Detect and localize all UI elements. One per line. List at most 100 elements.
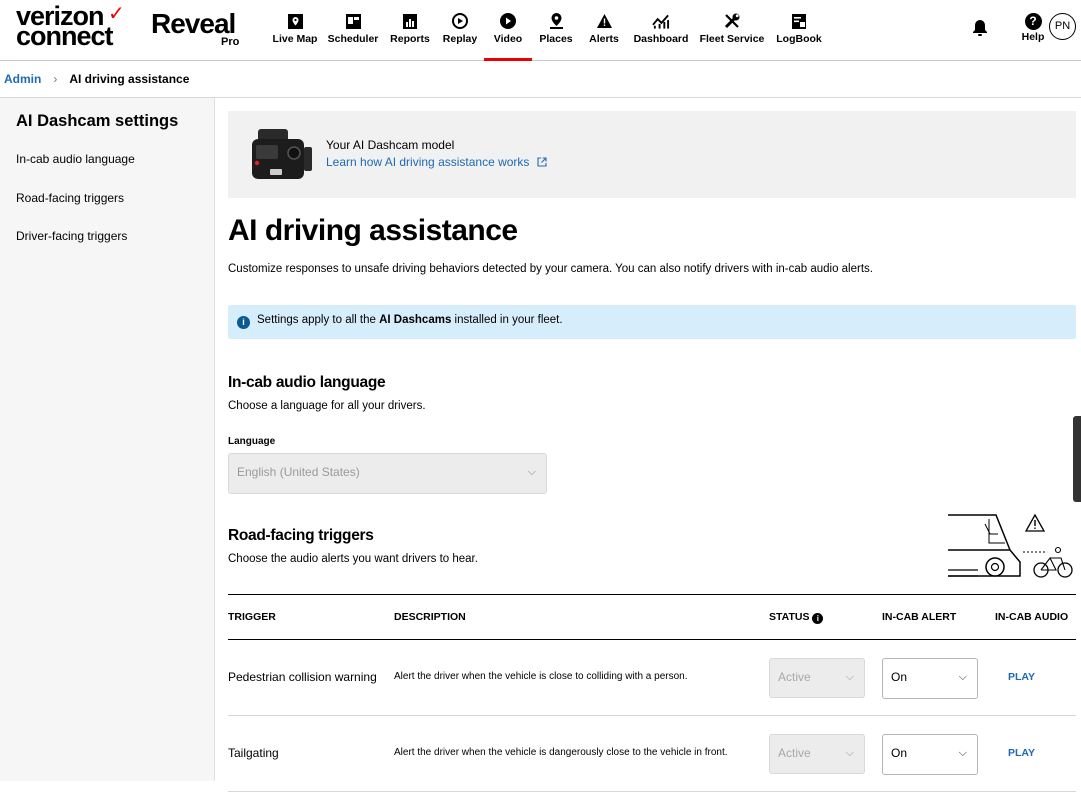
dashcam-model-title: Your AI Dashcam model xyxy=(326,138,455,152)
breadcrumb-current: AI driving assistance xyxy=(69,72,190,86)
places-icon xyxy=(547,12,565,30)
info-banner: i Settings apply to all the AI Dashcams … xyxy=(228,305,1076,339)
info-text-pre: Settings apply to all the xyxy=(257,314,380,326)
learn-more-link[interactable]: Learn how AI driving assistance works xyxy=(326,155,547,169)
info-text-post: installed in your fleet. xyxy=(451,314,563,326)
sidebar-title: AI Dashcam settings xyxy=(16,112,179,130)
audio-language-subtitle: Choose a language for all your drivers. xyxy=(228,400,426,412)
external-link-icon xyxy=(537,157,547,167)
col-trigger: TRIGGER xyxy=(228,611,276,623)
chevron-down-icon: ⌵ xyxy=(527,466,536,478)
top-navigation-bar: verizon connect ✓ Reveal Pro Live Map Sc… xyxy=(0,0,1081,61)
scheduler-icon xyxy=(344,12,362,30)
status-value: Active xyxy=(778,670,811,684)
in-cab-alert-value: On xyxy=(891,746,908,760)
nav-live-map[interactable]: Live Map xyxy=(268,0,322,61)
nav-label: Fleet Service xyxy=(699,33,765,45)
nav-label: Dashboard xyxy=(633,33,689,45)
language-select-value: English (United States) xyxy=(237,465,360,479)
col-status-label: STATUS xyxy=(769,611,810,623)
video-icon xyxy=(499,12,517,30)
nav-label: Places xyxy=(539,33,573,45)
replay-icon xyxy=(451,12,469,30)
in-cab-alert-select[interactable]: On ⌵ xyxy=(882,734,978,775)
col-description: DESCRIPTION xyxy=(394,611,466,623)
verizon-connect-logo[interactable]: verizon connect ✓ xyxy=(16,3,125,51)
nav-label: LogBook xyxy=(776,33,822,45)
help-label: Help xyxy=(1021,31,1045,43)
dashboard-icon xyxy=(652,12,670,30)
sidebar-item-driver-facing-triggers[interactable]: Driver-facing triggers xyxy=(16,229,127,243)
nav-replay[interactable]: Replay xyxy=(436,0,484,61)
page-title: AI driving assistance xyxy=(228,214,518,247)
breadcrumb-admin-link[interactable]: Admin xyxy=(4,72,41,86)
trigger-description: Alert the driver when the vehicle is dan… xyxy=(394,747,728,758)
play-audio-button[interactable]: PLAY xyxy=(1008,747,1035,759)
info-icon: i xyxy=(237,316,250,329)
audio-language-title: In-cab audio language xyxy=(228,374,386,391)
in-cab-alert-select[interactable]: On ⌵ xyxy=(882,658,978,699)
info-icon[interactable]: i xyxy=(812,613,824,624)
col-in-cab-audio: IN-CAB AUDIO xyxy=(995,611,1069,623)
main-content: Your AI Dashcam model Learn how AI drivi… xyxy=(228,98,1076,792)
logo-line-2: connect xyxy=(16,21,114,51)
nav-label: Video xyxy=(493,33,523,45)
help-icon: ? xyxy=(1024,13,1042,30)
dashcam-model-card: Your AI Dashcam model Learn how AI drivi… xyxy=(228,111,1076,198)
nav-reports[interactable]: Reports xyxy=(384,0,436,61)
page-intro: Customize responses to unsafe driving be… xyxy=(228,263,873,275)
trigger-description: Alert the driver when the vehicle is clo… xyxy=(394,671,688,682)
logo-check-icon: ✓ xyxy=(108,3,125,25)
language-field-label: Language xyxy=(228,436,276,447)
user-avatar[interactable]: PN xyxy=(1049,13,1076,40)
chevron-down-icon: ⌵ xyxy=(958,747,967,759)
in-cab-alert-value: On xyxy=(891,670,908,684)
chevron-down-icon: ⌵ xyxy=(845,671,854,683)
status-select[interactable]: Active ⌵ xyxy=(769,734,865,774)
chevron-down-icon: ⌵ xyxy=(845,747,854,759)
road-facing-title: Road-facing triggers xyxy=(228,527,374,544)
product-edition: Pro xyxy=(221,36,240,48)
col-in-cab-alert: IN-CAB ALERT xyxy=(882,611,957,623)
dashcam-image xyxy=(252,129,312,179)
nav-label: Reports xyxy=(390,33,430,45)
chevron-right-icon: › xyxy=(53,72,58,86)
nav-fleet-service[interactable]: Fleet Service xyxy=(694,0,770,61)
info-text-bold: AI Dashcams xyxy=(379,314,452,326)
vehicle-cyclist-illustration xyxy=(948,513,1073,578)
notification-bell-icon[interactable] xyxy=(971,18,991,38)
map-icon xyxy=(286,12,304,30)
nav-label: Scheduler xyxy=(327,33,379,45)
nav-alerts[interactable]: Alerts xyxy=(580,0,628,61)
logbook-icon xyxy=(790,12,808,30)
main-nav: Live Map Scheduler Reports Replay Video … xyxy=(268,0,828,61)
nav-places[interactable]: Places xyxy=(532,0,580,61)
sidebar-item-in-cab-audio-language[interactable]: In-cab audio language xyxy=(16,152,135,166)
table-row: Pedestrian collision warning Alert the d… xyxy=(228,640,1076,716)
nav-dashboard[interactable]: Dashboard xyxy=(628,0,694,61)
nav-label: Alerts xyxy=(589,33,619,45)
settings-sidebar: AI Dashcam settings In-cab audio languag… xyxy=(0,98,215,781)
nav-label: Live Map xyxy=(272,33,318,45)
chevron-down-icon: ⌵ xyxy=(958,671,967,683)
status-select[interactable]: Active ⌵ xyxy=(769,658,865,698)
sidebar-item-road-facing-triggers[interactable]: Road-facing triggers xyxy=(16,191,124,205)
trigger-name: Tailgating xyxy=(228,746,279,760)
wrench-icon xyxy=(723,12,741,30)
trigger-name: Pedestrian collision warning xyxy=(228,670,377,684)
nav-logbook[interactable]: LogBook xyxy=(770,0,828,61)
help-button[interactable]: ? Help xyxy=(1015,13,1051,43)
learn-more-link-label: Learn how AI driving assistance works xyxy=(326,155,530,169)
breadcrumb: Admin › AI driving assistance xyxy=(0,61,1081,98)
road-triggers-table-header: TRIGGER DESCRIPTION STATUS i IN-CAB ALER… xyxy=(228,594,1076,640)
language-select[interactable]: English (United States) ⌵ xyxy=(228,453,547,494)
nav-video[interactable]: Video xyxy=(484,0,532,61)
scrollbar-thumb[interactable] xyxy=(1073,416,1081,502)
play-audio-button[interactable]: PLAY xyxy=(1008,671,1035,683)
alert-icon xyxy=(595,12,613,30)
nav-label: Replay xyxy=(442,33,478,45)
nav-scheduler[interactable]: Scheduler xyxy=(322,0,384,61)
status-value: Active xyxy=(778,746,811,760)
col-status: STATUS i xyxy=(769,611,824,624)
road-facing-subtitle: Choose the audio alerts you want drivers… xyxy=(228,553,478,565)
